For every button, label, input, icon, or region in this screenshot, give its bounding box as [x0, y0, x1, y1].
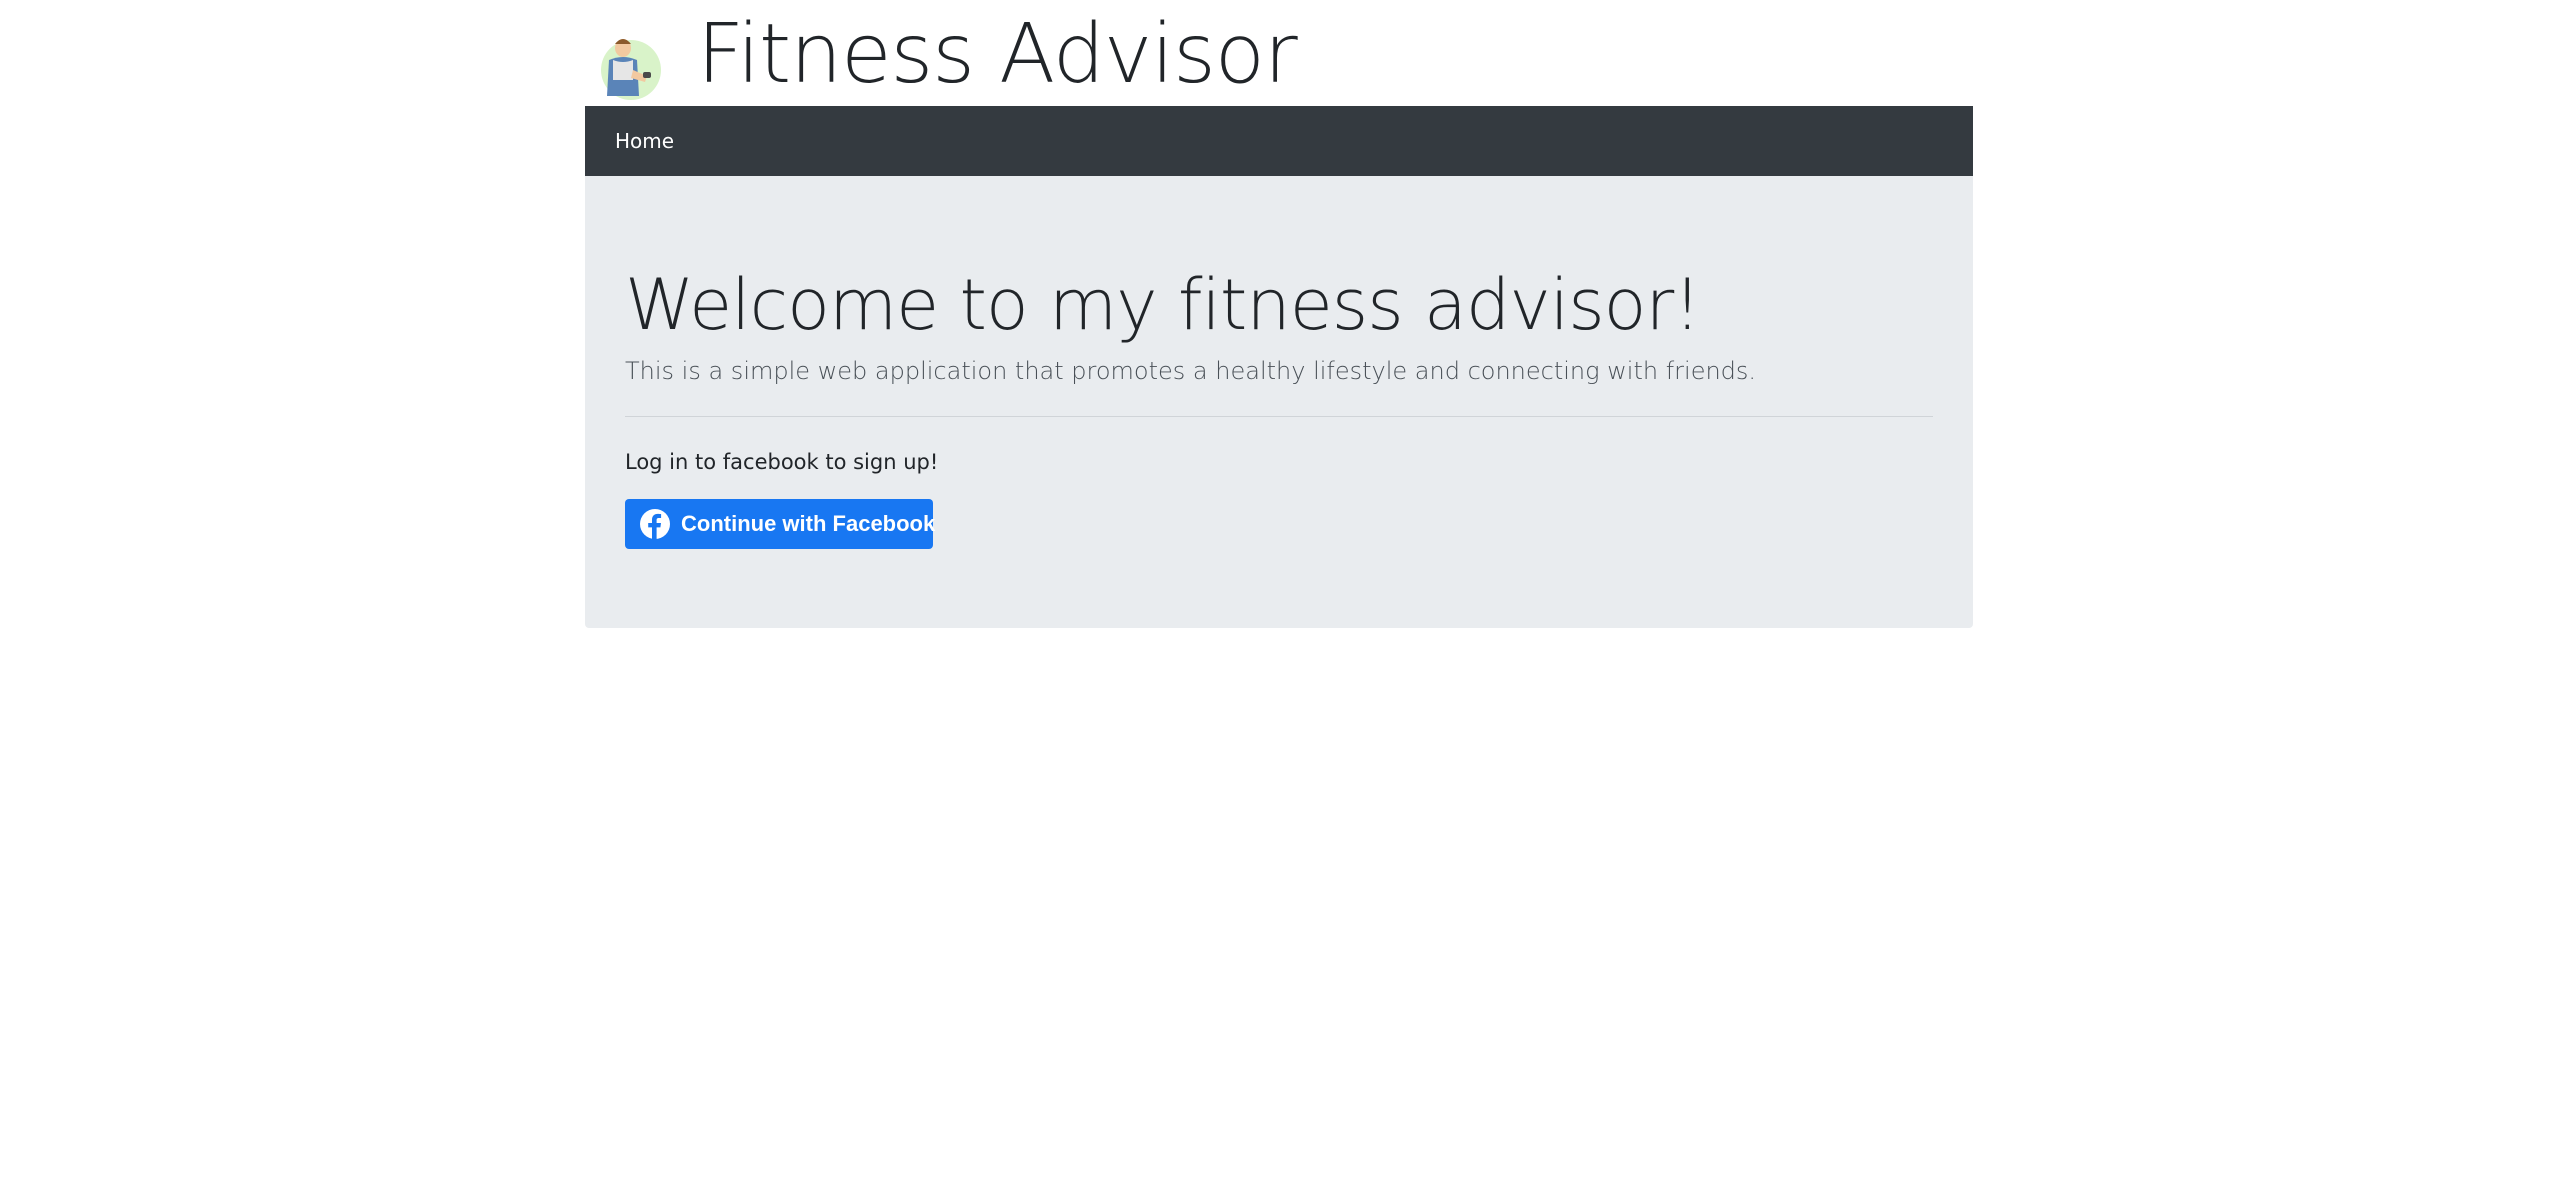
page-container: Fitness Advisor Home Welcome to my fitne… — [585, 0, 1973, 628]
lead-text: This is a simple web application that pr… — [625, 357, 1757, 385]
divider — [625, 416, 1933, 417]
facebook-icon — [639, 508, 671, 540]
navbar: Home — [585, 106, 1973, 176]
signup-text: Log in to facebook to sign up! — [625, 450, 939, 474]
site-title: Fitness Advisor — [697, 7, 1298, 102]
fitness-man-icon — [593, 30, 663, 100]
brand-header: Fitness Advisor — [585, 0, 1973, 106]
facebook-button-label: Continue with Facebook — [681, 511, 936, 536]
continue-with-facebook-button[interactable]: Continue with Facebook — [625, 499, 936, 549]
welcome-heading: Welcome to my fitness advisor! — [625, 264, 1701, 346]
jumbotron: Welcome to my fitness advisor! This is a… — [585, 176, 1973, 628]
nav-home-link[interactable]: Home — [615, 129, 674, 153]
